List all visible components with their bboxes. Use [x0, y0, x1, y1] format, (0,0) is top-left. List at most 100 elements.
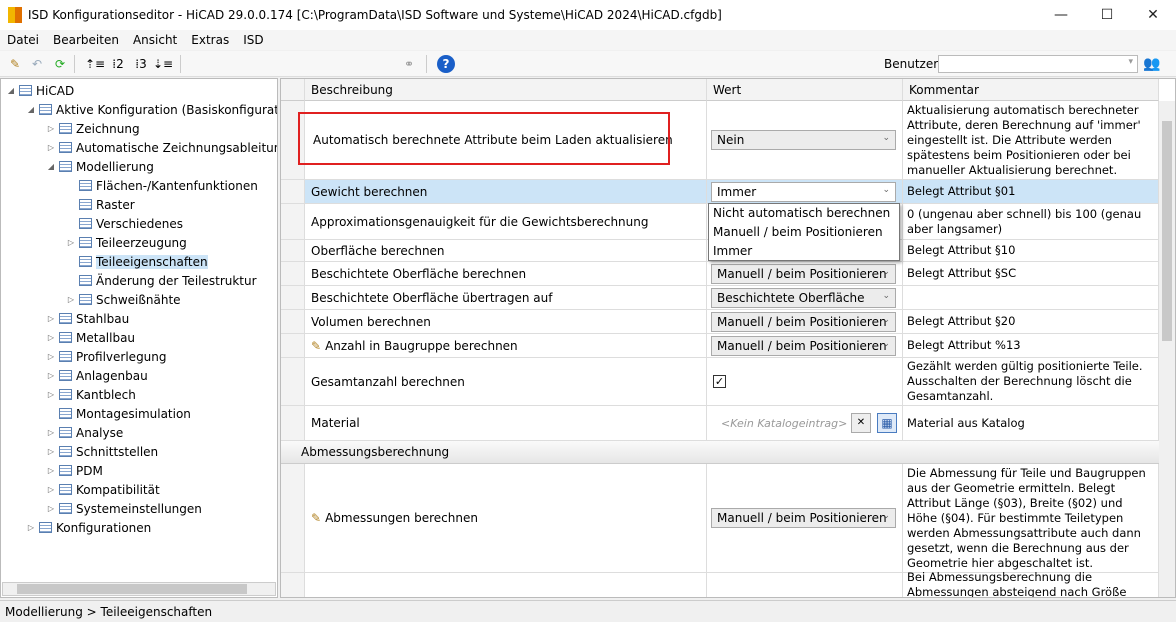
table-row[interactable]: Gesamtanzahl berechnen ✓ Gezählt werden gü…: [281, 358, 1159, 406]
tree-item[interactable]: ▷ Schweißnähte: [65, 290, 181, 309]
expand-arrow-icon[interactable]: ▷: [45, 390, 57, 399]
tree-item[interactable]: ▷ Konfigurationen: [25, 518, 151, 537]
table-row[interactable]: Bei Abmessungsberechnung die Abmessungen…: [281, 570, 1159, 598]
value-cell[interactable]: <Kein Katalogeintrag> ✕ ▦: [707, 406, 903, 440]
table-row[interactable]: Volumen berechnen Manuell / beim Position…: [281, 310, 1159, 334]
tree-item[interactable]: Raster: [65, 195, 135, 214]
expand-arrow-icon[interactable]: ▷: [65, 295, 77, 304]
value-dropdown-list[interactable]: Nicht automatisch berechnen Manuell / bei…: [708, 203, 900, 261]
table-row[interactable]: ✎ Anzahl in Baugruppe berechnen Manuell / …: [281, 334, 1159, 358]
tree-item[interactable]: Teileeigenschaften: [65, 252, 208, 271]
tree-item[interactable]: Änderung der Teilestruktur: [65, 271, 257, 290]
tree-item[interactable]: ▷ Zeichnung: [45, 119, 140, 138]
value-combo[interactable]: Beschichtete Oberfläche ⌄: [711, 287, 896, 308]
catalog-button[interactable]: ▦: [877, 413, 897, 433]
expand-arrow-icon[interactable]: ▷: [45, 314, 57, 323]
undo-icon[interactable]: ↶: [28, 55, 46, 73]
row-header[interactable]: [281, 240, 305, 261]
expand-arrow-icon[interactable]: ▷: [45, 447, 57, 456]
expand-arrow-icon[interactable]: ▷: [45, 485, 57, 494]
tree-item[interactable]: ◢ Aktive Konfiguration (Basiskonfiguratio…: [25, 100, 277, 119]
row-header[interactable]: [281, 406, 305, 440]
table-row[interactable]: Material <Kein Katalogeintrag> ✕ ▦ Material …: [281, 406, 1159, 441]
expand-arrow-icon[interactable]: ▷: [45, 504, 57, 513]
tree-item[interactable]: ▷ Systemeinstellungen: [45, 499, 202, 518]
value-cell[interactable]: Manuell / beim Positionieren ⌄: [707, 310, 903, 333]
clear-button[interactable]: ✕: [851, 413, 871, 433]
value-cell[interactable]: Nein ⌄: [707, 101, 903, 179]
dropdown-option[interactable]: Manuell / beim Positionieren: [709, 223, 899, 242]
value-combo[interactable]: Manuell / beim Positionieren ⌄: [711, 335, 896, 356]
user-combo[interactable]: ▾: [938, 55, 1138, 73]
minimize-button[interactable]: —: [1038, 0, 1084, 30]
users-icon[interactable]: 👥: [1143, 56, 1160, 72]
tree-item[interactable]: ▷ Schnittstellen: [45, 442, 158, 461]
expand-arrow-icon[interactable]: ▷: [45, 466, 57, 475]
expand-arrow-icon[interactable]: ▷: [45, 371, 57, 380]
menu-datei[interactable]: Datei: [0, 33, 46, 47]
row-header[interactable]: [281, 310, 305, 333]
tree-item[interactable]: ▷ Teileerzeugung: [65, 233, 187, 252]
expand-arrow-icon[interactable]: ▷: [45, 333, 57, 342]
menu-bearbeiten[interactable]: Bearbeiten: [46, 33, 126, 47]
tree-item[interactable]: ▷ Kantblech: [45, 385, 136, 404]
expand-arrow-icon[interactable]: ◢: [45, 162, 57, 171]
expand-arrow-icon[interactable]: ◢: [5, 86, 17, 95]
value-combo[interactable]: Immer ⌄: [711, 181, 896, 202]
tree-item[interactable]: ▷ Analyse: [45, 423, 123, 442]
table-row[interactable]: Beschichtete Oberfläche übertragen auf Be…: [281, 286, 1159, 310]
tree-item[interactable]: ▷ Profilverlegung: [45, 347, 167, 366]
column-header-beschreibung[interactable]: Beschreibung: [305, 79, 707, 101]
menu-extras[interactable]: Extras: [184, 33, 236, 47]
refresh-icon[interactable]: ⟳: [51, 55, 69, 73]
row-header[interactable]: [281, 286, 305, 309]
tree-item[interactable]: ▷ Anlagenbau: [45, 366, 148, 385]
value-combo[interactable]: Manuell / beim Positionieren ⌄: [711, 508, 896, 528]
expand-level1-icon[interactable]: ⇡≡: [85, 55, 105, 73]
level2-icon[interactable]: ⁞2: [109, 55, 127, 73]
expand-arrow-icon[interactable]: ▷: [45, 352, 57, 361]
row-header[interactable]: [281, 464, 305, 572]
help-icon[interactable]: ?: [437, 55, 455, 73]
row-header[interactable]: [281, 358, 305, 405]
row-header[interactable]: [281, 204, 305, 239]
table-row[interactable]: Beschichtete Oberfläche berechnen Manuell…: [281, 262, 1159, 286]
menu-isd[interactable]: ISD: [236, 33, 270, 47]
value-combo[interactable]: Manuell / beim Positionieren ⌄: [711, 311, 896, 332]
value-cell[interactable]: Manuell / beim Positionieren ⌄: [707, 262, 903, 285]
tree-item[interactable]: ◢ HiCAD: [5, 81, 74, 100]
tree-item[interactable]: ▷ Kompatibilität: [45, 480, 160, 499]
pencil-icon[interactable]: ✎: [6, 55, 24, 73]
close-button[interactable]: ✕: [1130, 0, 1176, 30]
value-cell[interactable]: Manuell / beim Positionieren ⌄: [707, 334, 903, 357]
expand-arrow-icon[interactable]: ▷: [65, 238, 77, 247]
expand-arrow-icon[interactable]: ▷: [25, 523, 37, 532]
value-cell[interactable]: Immer ⌄: [707, 180, 903, 203]
expand-arrow-icon[interactable]: ▷: [45, 124, 57, 133]
tree-horizontal-scrollbar[interactable]: [2, 582, 276, 596]
expand-arrow-icon[interactable]: ◢: [25, 105, 37, 114]
tree-item[interactable]: Flächen-/Kantenfunktionen: [65, 176, 258, 195]
value-cell[interactable]: [707, 573, 903, 598]
row-header[interactable]: [281, 180, 305, 203]
maximize-button[interactable]: ☐: [1084, 0, 1130, 30]
dropdown-option[interactable]: Nicht automatisch berechnen: [709, 204, 899, 223]
checkbox[interactable]: [713, 597, 726, 598]
tree-item[interactable]: Montagesimulation: [45, 404, 191, 423]
level3-icon[interactable]: ⁞3: [132, 55, 150, 73]
tree-item[interactable]: Verschiedenes: [65, 214, 183, 233]
table-row[interactable]: Gewicht berechnen Immer ⌄ Belegt Attribut §…: [281, 180, 1159, 204]
checkbox[interactable]: ✓: [713, 375, 726, 388]
binoculars-icon[interactable]: ⚭: [400, 55, 418, 73]
row-header[interactable]: [281, 573, 305, 597]
tree-item[interactable]: ▷ Metallbau: [45, 328, 135, 347]
expand-arrow-icon[interactable]: ▷: [45, 428, 57, 437]
tree-item[interactable]: ▷ Stahlbau: [45, 309, 129, 328]
table-row[interactable]: ✎ Abmessungen berechnen Manuell / beim Pos…: [281, 464, 1159, 573]
tree-item[interactable]: ▷ Automatische Zeichnungsableitung: [45, 138, 277, 157]
column-header-kommentar[interactable]: Kommentar: [903, 79, 1159, 101]
collapse-icon[interactable]: ⇣≡: [153, 55, 173, 73]
menu-ansicht[interactable]: Ansicht: [126, 33, 184, 47]
column-header-wert[interactable]: Wert: [707, 79, 903, 101]
tree-item[interactable]: ▷ PDM: [45, 461, 103, 480]
